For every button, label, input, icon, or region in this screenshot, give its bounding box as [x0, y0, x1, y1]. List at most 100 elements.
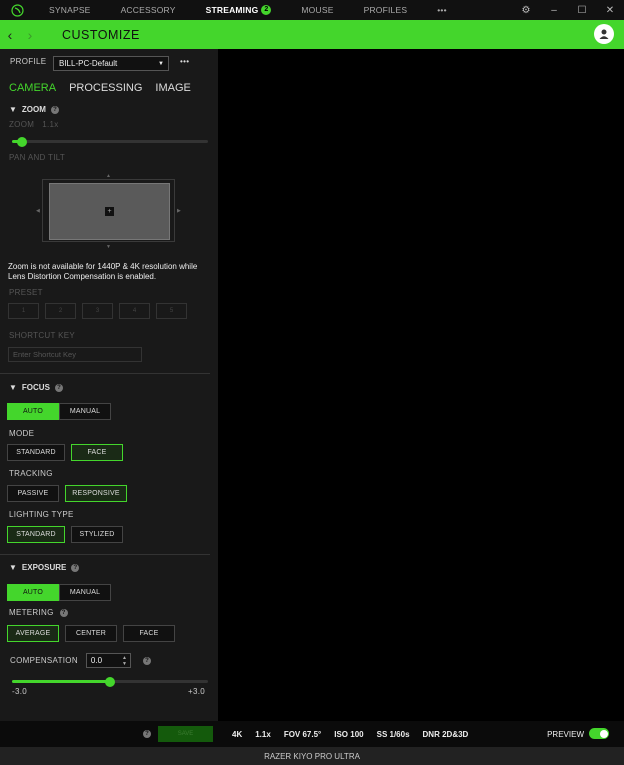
preview-label: PREVIEW	[547, 729, 584, 739]
exposure-auto-button[interactable]: AUTO	[7, 584, 59, 601]
preset-label: PRESET	[9, 288, 43, 297]
collapse-icon: ▼	[9, 563, 17, 572]
stat-iso: ISO 100	[334, 729, 364, 739]
zoom-availability-note: Zoom is not available for 1440P & 4K res…	[8, 262, 198, 281]
nav-accessory[interactable]: ACCESSORY	[106, 0, 191, 20]
razer-logo-icon	[0, 0, 34, 20]
tracking-responsive-button[interactable]: RESPONSIVE	[65, 485, 127, 502]
user-icon[interactable]	[594, 24, 614, 44]
gear-icon[interactable]: ⚙	[512, 5, 540, 16]
exposure-manual-button[interactable]: MANUAL	[59, 584, 111, 601]
lighting-standard-button[interactable]: STANDARD	[7, 526, 65, 543]
pan-down-icon[interactable]: ▼	[106, 244, 111, 250]
nav-more-button[interactable]: •••	[422, 0, 462, 20]
help-icon[interactable]: ?	[71, 563, 80, 572]
section-divider	[0, 373, 210, 374]
zoom-slider[interactable]	[12, 136, 208, 147]
streaming-badge: 2	[261, 5, 272, 15]
maximize-icon[interactable]: ☐	[568, 5, 596, 16]
preset-button-3[interactable]: 3	[82, 303, 113, 319]
compensation-input[interactable]: 0.0 ▲ ▼	[85, 653, 131, 668]
help-icon[interactable]: ?	[50, 105, 59, 114]
compensation-slider[interactable]	[12, 676, 208, 687]
zoom-slider-knob[interactable]	[16, 136, 27, 147]
pan-tilt-area[interactable]: + ▲ ▼ ◀ ▶	[36, 173, 181, 250]
close-icon[interactable]: ✕	[596, 5, 624, 16]
metering-center-button[interactable]: CENTER	[65, 625, 117, 642]
preset-button-1[interactable]: 1	[8, 303, 39, 319]
zoom-section-title: ZOOM	[21, 105, 46, 114]
profile-select[interactable]: BILL-PC-Default ▼	[53, 56, 169, 71]
mode-face-button[interactable]: FACE	[71, 444, 123, 461]
nav-profiles[interactable]: PROFILES	[349, 0, 423, 20]
profile-value: BILL-PC-Default	[59, 59, 118, 68]
title-bar: SYNAPSE ACCESSORY STREAMING 2 MOUSE PROFI…	[0, 0, 624, 20]
stat-zoom: 1.1x	[255, 729, 271, 739]
device-footer: RAZER KIYO PRO ULTRA	[0, 747, 624, 765]
collapse-icon: ▼	[9, 105, 17, 114]
chevron-right-icon[interactable]: ›	[20, 27, 40, 43]
tab-processing[interactable]: PROCESSING	[69, 82, 142, 94]
help-icon[interactable]: ?	[54, 383, 63, 392]
stat-fov: FOV 67.5°	[283, 729, 322, 739]
chevron-left-icon[interactable]: ‹	[0, 27, 20, 43]
metering-average-button[interactable]: AVERAGE	[7, 625, 59, 642]
zoom-label: ZOOM	[9, 120, 35, 129]
nav-mouse[interactable]: MOUSE	[286, 0, 348, 20]
pan-left-icon[interactable]: ◀	[36, 208, 40, 214]
profile-more-button[interactable]: •••	[180, 57, 189, 66]
pan-up-icon[interactable]: ▲	[106, 173, 111, 179]
exposure-section-header[interactable]: ▼ EXPOSURE?	[9, 563, 80, 572]
settings-panel: PROFILE BILL-PC-Default ▼ ••• CAMERA PRO…	[0, 49, 218, 721]
section-divider	[0, 554, 210, 555]
save-button[interactable]: SAVE	[158, 726, 213, 742]
minimize-icon[interactable]: –	[540, 5, 568, 16]
compensation-value: 0.0	[90, 656, 103, 665]
stepper-icon[interactable]: ▲ ▼	[122, 655, 127, 667]
crosshair-icon: +	[105, 207, 114, 216]
shortcut-key-input[interactable]: Enter Shortcut Key	[8, 347, 142, 362]
preset-button-5[interactable]: 5	[156, 303, 187, 319]
compensation-slider-knob[interactable]	[105, 676, 115, 687]
stat-shutter: SS 1/60s	[376, 729, 410, 739]
compensation-max: +3.0	[188, 687, 205, 696]
pan-tilt-label: PAN AND TILT	[9, 153, 66, 162]
tab-image[interactable]: IMAGE	[155, 82, 190, 94]
stat-dnr: DNR 2D&3D	[422, 729, 469, 739]
focus-section-header[interactable]: ▼ FOCUS?	[9, 383, 63, 392]
lighting-type-label: LIGHTING TYPE	[9, 510, 74, 519]
shortcut-label: SHORTCUT KEY	[9, 331, 75, 340]
preview-toggle[interactable]	[589, 728, 609, 739]
tracking-passive-button[interactable]: PASSIVE	[7, 485, 59, 502]
camera-stats: 4K 1.1x FOV 67.5° ISO 100 SS 1/60s DNR 2…	[232, 721, 468, 747]
bottom-bar: ? SAVE 4K 1.1x FOV 67.5° ISO 100 SS 1/60…	[0, 721, 624, 747]
nav-streaming[interactable]: STREAMING 2	[191, 0, 287, 20]
page-header: ‹ › CUSTOMIZE	[0, 20, 624, 49]
exposure-section-title: EXPOSURE	[21, 563, 67, 572]
zoom-value: 1.1x	[42, 120, 59, 129]
pan-tilt-viewport[interactable]: +	[49, 183, 170, 240]
collapse-icon: ▼	[9, 383, 17, 392]
help-icon[interactable]: ?	[59, 608, 68, 617]
lighting-stylized-button[interactable]: STYLIZED	[71, 526, 123, 543]
compensation-slider-fill	[12, 680, 110, 683]
focus-mode-label: MODE	[9, 429, 35, 438]
compensation-label: COMPENSATION	[10, 656, 78, 665]
focus-section-title: FOCUS	[21, 383, 50, 392]
focus-manual-button[interactable]: MANUAL	[59, 403, 111, 420]
pan-right-icon[interactable]: ▶	[177, 208, 181, 214]
caret-down-icon: ▼	[158, 60, 164, 67]
focus-auto-button[interactable]: AUTO	[7, 403, 59, 420]
nav-synapse[interactable]: SYNAPSE	[34, 0, 106, 20]
help-icon[interactable]: ?	[143, 730, 151, 738]
help-icon[interactable]: ?	[142, 656, 151, 665]
zoom-section-header[interactable]: ▼ ZOOM?	[9, 105, 59, 114]
preset-button-4[interactable]: 4	[119, 303, 150, 319]
mode-standard-button[interactable]: STANDARD	[7, 444, 65, 461]
preset-button-2[interactable]: 2	[45, 303, 76, 319]
metering-label: METERING	[9, 608, 54, 617]
nav-streaming-label: STREAMING	[205, 5, 259, 15]
tab-camera[interactable]: CAMERA	[9, 82, 56, 94]
profile-label: PROFILE	[10, 57, 47, 66]
metering-face-button[interactable]: FACE	[123, 625, 175, 642]
